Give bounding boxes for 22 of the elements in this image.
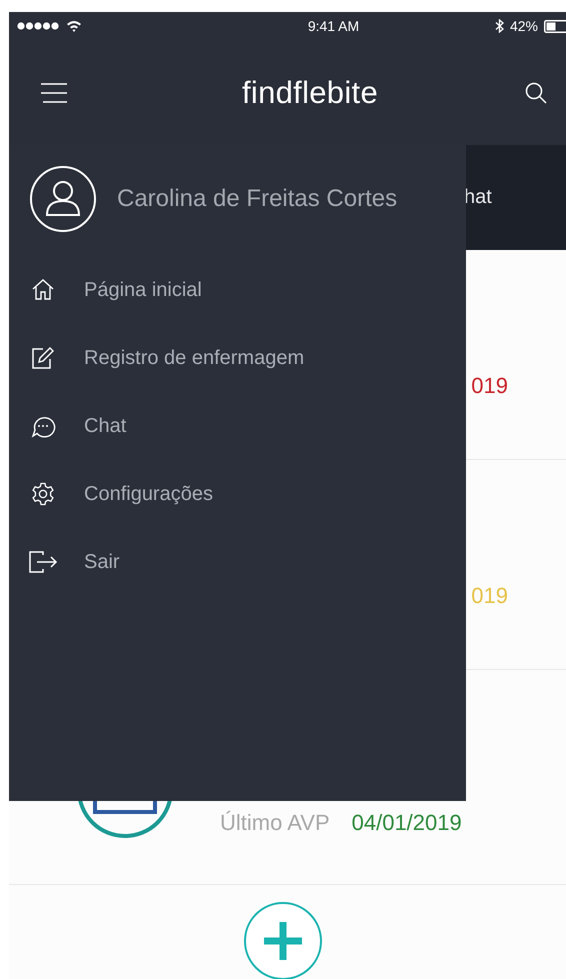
battery-icon (544, 20, 566, 32)
record-date: 04/01/2019 (352, 810, 462, 836)
menu-icon[interactable] (40, 82, 68, 104)
record-label: Último AVP (220, 810, 330, 836)
battery-percent: 42% (510, 18, 538, 34)
plus-icon (261, 919, 305, 963)
menu-item[interactable]: Chat (9, 392, 466, 460)
record-date: 019 (471, 583, 508, 609)
logout-icon (28, 550, 58, 574)
status-time: 9:41 AM (308, 18, 360, 34)
menu-item[interactable]: Configurações (9, 460, 466, 528)
user-name: Carolina de Freitas Cortes (117, 185, 398, 213)
bluetooth-icon (494, 19, 504, 33)
wifi-icon (66, 20, 82, 32)
app-title: findflebite (242, 74, 378, 110)
signal-icon (17, 21, 61, 31)
record-date: 019 (471, 373, 508, 399)
avatar-icon (29, 165, 97, 233)
menu-item[interactable]: Página inicial (9, 256, 466, 324)
search-icon[interactable] (524, 80, 548, 104)
menu-item[interactable]: Sair (9, 528, 466, 596)
menu-item[interactable]: Registro de enfermagem (9, 324, 466, 392)
